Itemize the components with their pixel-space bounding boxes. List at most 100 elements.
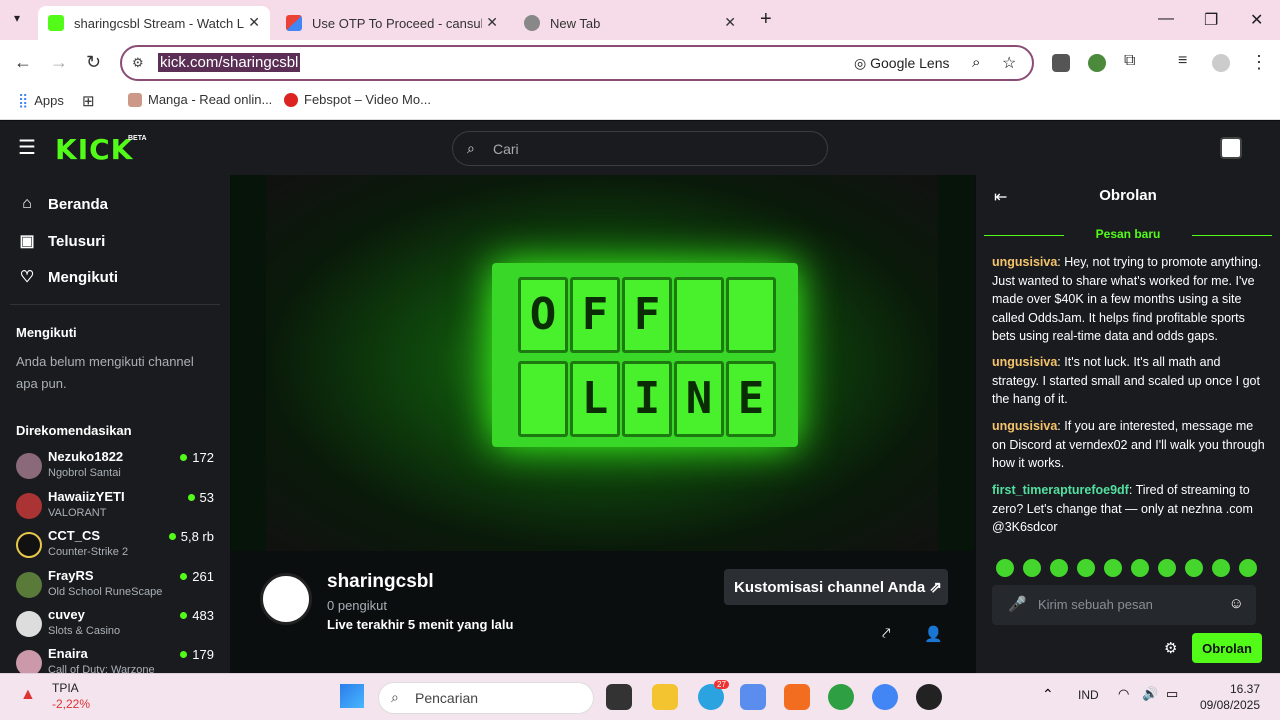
bookmark-label: Apps [34,93,64,108]
extension-1-icon[interactable] [1052,54,1070,72]
stock-name[interactable]: TPIA [52,681,79,695]
url-text[interactable]: kick.com/sharingcsbl [158,53,301,72]
search-input[interactable]: ⌕ Cari [452,131,828,166]
new-messages-divider[interactable]: Pesan baru [984,227,1272,243]
channel-name: CCT_CS [48,528,101,543]
close-tab-icon[interactable]: ✕ [486,14,498,31]
following-empty-text: Anda belum mengikuti channel apa pun. [16,354,194,391]
close-tab-icon[interactable]: ✕ [248,14,260,31]
bookmark-star-icon[interactable]: ☆ [1002,53,1016,73]
taskbar-search[interactable]: ⌕ Pencarian [378,682,594,714]
tray-chevron-icon[interactable]: ⌃ [1042,686,1054,703]
restore-icon[interactable]: ❐ [1204,10,1218,30]
emote-icon[interactable] [1131,559,1149,577]
emote-icon[interactable] [1023,559,1041,577]
chrome-profile-icon[interactable] [828,684,854,710]
chat-username[interactable]: ungusisiva [992,355,1057,369]
windows-start-icon[interactable] [340,684,364,708]
battery-icon[interactable]: ▭ [1166,686,1178,702]
nav-following[interactable]: ♡ Mengikuti [18,267,118,287]
user-avatar[interactable] [1220,137,1242,159]
minimize-icon[interactable]: — [1158,10,1174,28]
app-icon[interactable] [916,684,942,710]
customize-channel-button[interactable]: Kustomisasi channel Anda ⇗ [724,569,948,605]
volume-icon[interactable]: 🔊 [1142,686,1158,702]
emote-icon[interactable] [1104,559,1122,577]
close-tab-icon[interactable]: ✕ [724,14,736,31]
kick-logo[interactable]: KICK [55,133,133,166]
share-icon[interactable]: ⤤ [882,625,890,642]
bookmark-apps[interactable]: ⣿ Apps [18,92,64,109]
google-lens-button[interactable]: ◎ Google Lens [854,55,950,72]
hamburger-menu-icon[interactable]: ☰ [18,135,36,160]
extensions-puzzle-icon[interactable]: ⧉ [1124,52,1135,70]
channel-name: cuvey [48,607,85,622]
tab-otp[interactable]: Use OTP To Proceed - cansubbe ✕ [276,6,508,40]
tab-kick-stream[interactable]: sharingcsbl Stream - Watch Live ✕ [38,6,270,40]
channel-category: Call of Duty: Warzone [48,664,155,673]
video-player[interactable]: O F F L I N E [230,175,974,551]
channel-name[interactable]: sharingcsbl [327,571,434,593]
recommended-channel[interactable]: Enaira Call of Duty: Warzone 179 [16,646,216,673]
menu-kebab-icon[interactable]: ⋮ [1250,52,1268,73]
tab-title: Use OTP To Proceed - cansubbe [312,15,482,31]
app-icon[interactable] [740,684,766,710]
gmail-favicon-icon [286,15,302,31]
brave-icon[interactable] [784,684,810,710]
bookmark-manga[interactable]: Manga - Read onlin... [128,92,272,107]
chat-username[interactable]: ungusisiva [992,419,1057,433]
viewer-count: 53 [187,490,214,505]
emote-icon[interactable] [1212,559,1230,577]
task-view-icon[interactable] [606,684,632,710]
chat-message: first_timerapturefoe9df: Tired of stream… [992,481,1270,537]
emoji-icon[interactable]: ☺ [1229,595,1244,612]
emote-icon[interactable] [1185,559,1203,577]
nav-following-label: Mengikuti [48,268,118,286]
emote-icon[interactable] [1077,559,1095,577]
recommended-channel[interactable]: CCT_CS Counter-Strike 2 5,8 rb [16,528,216,566]
clock[interactable]: 16.37 09/08/2025 [1200,681,1260,713]
recommended-channel[interactable]: Nezuko1822 Ngobrol Santai 172 [16,449,216,487]
chat-username[interactable]: first_timerapturefoe9df [992,483,1129,497]
nav-home[interactable]: ⌂ Beranda [18,195,108,213]
zoom-search-icon[interactable]: ⌕ [972,54,980,71]
media-controls-icon[interactable]: ≡ [1178,52,1187,70]
bookmark-febspot[interactable]: Febspot – Video Mo... [284,92,431,107]
chat-settings-gear-icon[interactable]: ⚙ [1164,639,1177,657]
emote-icon[interactable] [1239,559,1257,577]
tab-search-icon[interactable]: ▾ [14,11,20,25]
chat-input[interactable]: 🎤 Kirim sebuah pesan ☺ [992,585,1256,625]
reload-icon[interactable]: ↻ [86,52,101,73]
nav-browse-label: Telusuri [48,232,106,250]
channel-avatar[interactable] [260,573,312,625]
extension-2-icon[interactable] [1088,54,1106,72]
send-chat-button[interactable]: Obrolan [1192,633,1262,663]
close-window-icon[interactable]: ✕ [1250,10,1263,30]
emote-icon[interactable] [996,559,1014,577]
chat-username[interactable]: ungusisiva [992,255,1057,269]
profile-avatar-icon[interactable] [1212,54,1230,72]
following-header: Mengikuti [16,325,77,340]
nav-browse[interactable]: ▣ Telusuri [18,231,105,251]
tab-groups-icon[interactable]: ⊞ [82,92,95,110]
chrome-icon[interactable] [872,684,898,710]
site-info-icon[interactable]: ⚙ [132,55,144,71]
recommended-channel[interactable]: cuvey Slots & Casino 483 [16,607,216,645]
tab-new-tab[interactable]: New Tab ✕ [514,6,746,40]
stock-change: -2,22% [52,697,91,711]
channel-category: Ngobrol Santai [48,467,121,479]
language-indicator[interactable]: IND [1078,688,1099,702]
address-bar[interactable]: ⚙ kick.com/sharingcsbl ◎ Google Lens ⌕ ☆ [120,45,1034,81]
emote-icon[interactable] [1050,559,1068,577]
file-explorer-icon[interactable] [652,684,678,710]
new-tab-plus-icon[interactable]: + [760,8,772,31]
add-user-icon[interactable]: 👤 [924,625,943,643]
sign-letter: N [674,361,724,437]
recommended-channel[interactable]: HawaiizYETI VALORANT 53 [16,489,216,527]
recommended-channel[interactable]: FrayRS Old School RuneScape 261 [16,568,216,606]
forward-icon[interactable]: → [50,52,68,73]
wifi-icon[interactable]: ◠ [1118,686,1129,702]
microphone-icon[interactable]: 🎤 [1008,595,1027,613]
back-icon[interactable]: ← [14,52,32,73]
emote-icon[interactable] [1158,559,1176,577]
